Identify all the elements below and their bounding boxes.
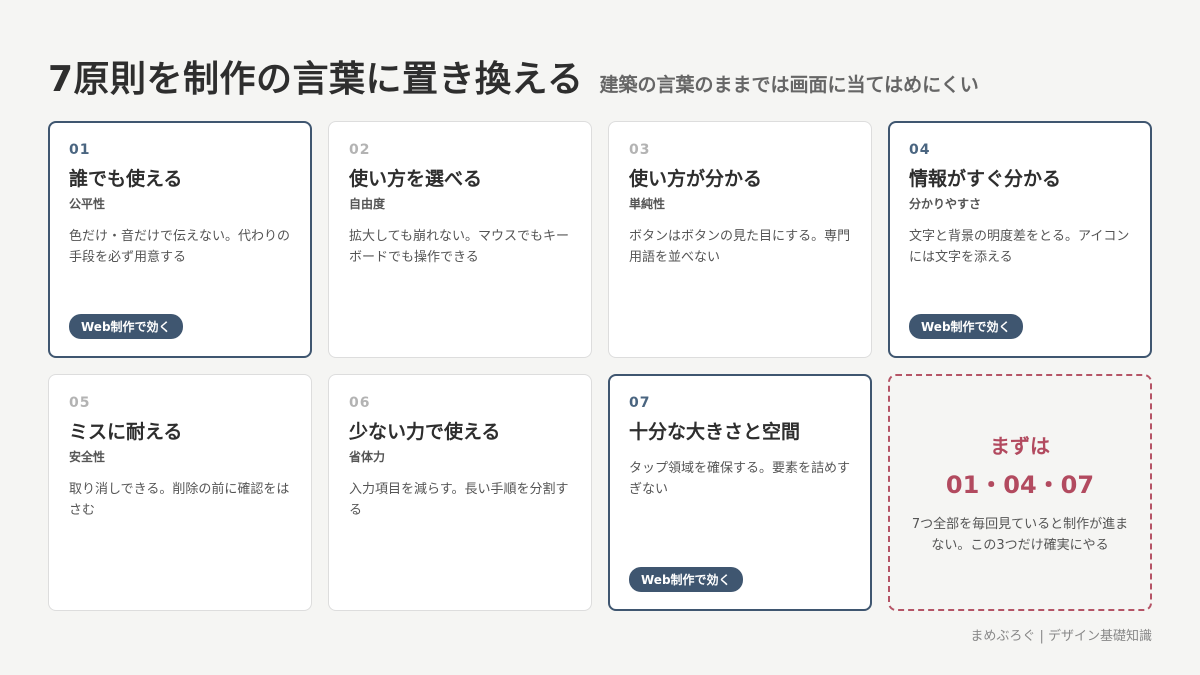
card-heading: 使い方を選べる bbox=[349, 168, 483, 190]
card-description: 色だけ・音だけで伝えない。代わりの手段を必ず用意する bbox=[69, 229, 291, 265]
footer-credit: まめぶろぐ | デザイン基礎知識 bbox=[970, 629, 1152, 644]
web-badge: Web制作で効く bbox=[69, 314, 183, 339]
page-title: 7原則を制作の言葉に置き換える bbox=[48, 59, 584, 100]
card-number: 03 bbox=[629, 142, 651, 158]
callout-description: 7つ全部を毎回見ていると制作が進まない。この3つだけ確実にやる bbox=[911, 516, 1129, 553]
principle-card-05: 05 ミスに耐える 安全性 取り消しできる。削除の前に確認をはさむ bbox=[48, 374, 312, 611]
card-description: 入力項目を減らす。長い手順を分割する bbox=[349, 482, 569, 518]
callout-lead: まずは bbox=[990, 433, 1050, 458]
card-description: ボタンはボタンの見た目にする。専門用語を並べない bbox=[629, 229, 851, 265]
card-heading: ミスに耐える bbox=[69, 421, 183, 443]
card-category: 自由度 bbox=[349, 197, 386, 211]
card-description: 取り消しできる。削除の前に確認をはさむ bbox=[69, 482, 290, 518]
card-heading: 誰でも使える bbox=[69, 168, 183, 190]
principle-card-07: 07 十分な大きさと空間 タップ領域を確保する。要素を詰めすぎない Web制作で… bbox=[608, 374, 872, 611]
card-description: タップ領域を確保する。要素を詰めすぎない bbox=[629, 461, 851, 497]
card-category: 安全性 bbox=[69, 450, 106, 464]
card-heading: 使い方が分かる bbox=[629, 168, 763, 190]
web-badge: Web制作で効く bbox=[629, 567, 743, 592]
card-category: 省体力 bbox=[349, 450, 386, 464]
priority-callout: まずは 01・04・07 7つ全部を毎回見ていると制作が進まない。この3つだけ確… bbox=[888, 374, 1152, 611]
card-heading: 情報がすぐ分かる bbox=[909, 168, 1062, 190]
card-number: 06 bbox=[349, 395, 371, 411]
card-number: 02 bbox=[349, 142, 371, 158]
principle-card-06: 06 少ない力で使える 省体力 入力項目を減らす。長い手順を分割する bbox=[328, 374, 592, 611]
principle-card-04: 04 情報がすぐ分かる 分かりやすさ 文字と背景の明度差をとる。アイコンには文字… bbox=[888, 121, 1152, 358]
card-category: 分かりやすさ bbox=[909, 197, 982, 211]
principle-card-03: 03 使い方が分かる 単純性 ボタンはボタンの見た目にする。専門用語を並べない bbox=[608, 121, 872, 358]
card-heading: 少ない力で使える bbox=[349, 421, 501, 443]
principle-card-01: 01 誰でも使える 公平性 色だけ・音だけで伝えない。代わりの手段を必ず用意する… bbox=[48, 121, 312, 358]
card-number: 05 bbox=[69, 395, 91, 411]
card-description: 文字と背景の明度差をとる。アイコンには文字を添える bbox=[909, 229, 1130, 265]
page-header: 7原則を制作の言葉に置き換える 建築の言葉のままでは画面に当てはめにくい bbox=[48, 50, 979, 102]
card-number: 07 bbox=[629, 395, 651, 411]
principle-card-02: 02 使い方を選べる 自由度 拡大しても崩れない。マウスでもキーボードでも操作で… bbox=[328, 121, 592, 358]
principles-grid: 01 誰でも使える 公平性 色だけ・音だけで伝えない。代わりの手段を必ず用意する… bbox=[48, 121, 1152, 611]
callout-numbers: 01・04・07 bbox=[945, 470, 1095, 499]
card-number: 04 bbox=[909, 142, 931, 158]
card-category: 公平性 bbox=[69, 197, 106, 211]
card-number: 01 bbox=[69, 142, 91, 158]
web-badge: Web制作で効く bbox=[909, 314, 1023, 339]
page-subtitle: 建築の言葉のままでは画面に当てはめにくい bbox=[599, 74, 979, 96]
card-description: 拡大しても崩れない。マウスでもキーボードでも操作できる bbox=[349, 229, 569, 265]
card-heading: 十分な大きさと空間 bbox=[629, 421, 801, 443]
card-category: 単純性 bbox=[629, 197, 666, 211]
